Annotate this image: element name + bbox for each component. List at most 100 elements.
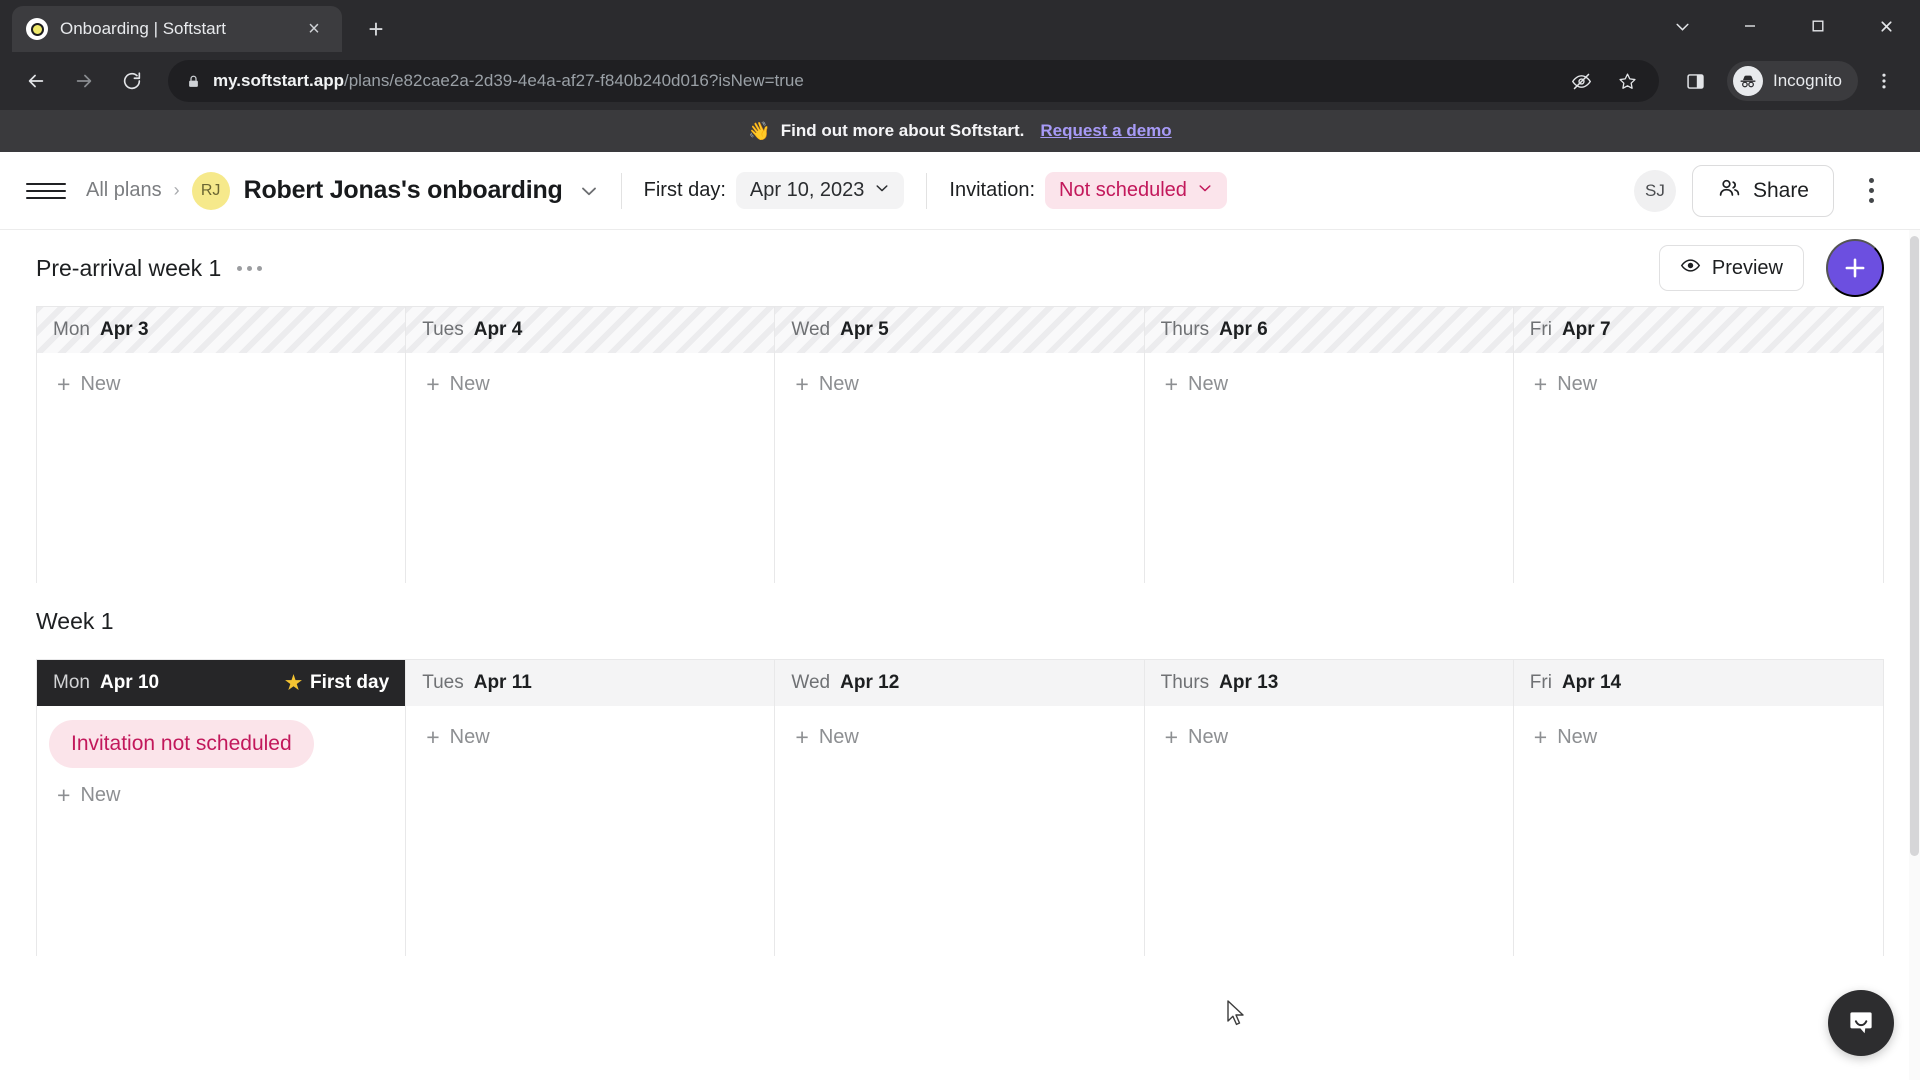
day-date: Apr 4 (473, 319, 523, 340)
reload-icon[interactable] (110, 59, 154, 103)
breadcrumb-separator-icon: › (173, 180, 180, 200)
section-header-week1: Week 1 (36, 583, 1884, 659)
day-header: Wed Apr 5 (775, 307, 1144, 353)
add-new-item-button[interactable]: + New (418, 720, 762, 755)
share-button-label: Share (1752, 178, 1809, 202)
day-column: Fri Apr 14 + New (1513, 660, 1883, 956)
add-new-label: New (818, 373, 859, 395)
incognito-label: Incognito (1773, 71, 1842, 90)
lock-icon (186, 74, 201, 89)
add-item-button[interactable] (1826, 239, 1884, 297)
day-of-week: Thurs (1160, 672, 1210, 693)
back-arrow-icon[interactable] (14, 59, 58, 103)
plan-avatar: RJ (191, 171, 230, 210)
request-demo-link[interactable]: Request a demo (1040, 121, 1171, 141)
add-new-item-button[interactable]: + New (1157, 720, 1501, 755)
plus-icon: + (426, 371, 440, 397)
day-header: Thurs Apr 6 (1144, 307, 1513, 353)
close-window-button[interactable] (1852, 0, 1920, 52)
more-options-icon[interactable] (1848, 168, 1894, 214)
day-column: Fri Apr 7 + New (1513, 307, 1883, 583)
incognito-profile-button[interactable]: Incognito (1727, 61, 1858, 101)
add-new-item-button[interactable]: + New (787, 720, 1131, 755)
chat-bubble-smile-icon (1850, 1012, 1872, 1034)
day-header: Fri Apr 7 (1513, 307, 1883, 353)
section-header-prearrival: Pre-arrival week 1 Preview (36, 230, 1884, 306)
close-tab-icon[interactable]: × (300, 15, 328, 43)
day-date: Apr 12 (840, 672, 900, 693)
day-of-week: Wed (791, 672, 831, 693)
add-new-item-button[interactable]: + New (418, 367, 762, 402)
plan-board: Pre-arrival week 1 Preview Mon Apr 3 + N… (0, 230, 1920, 1080)
add-new-item-button[interactable]: + New (787, 367, 1131, 402)
avatar[interactable]: SJ (1633, 169, 1676, 212)
invitation-status-selector[interactable]: Not scheduled (1045, 172, 1227, 209)
new-tab-button[interactable]: + (356, 9, 396, 49)
add-new-item-button[interactable]: + New (49, 367, 393, 402)
day-body: + New (775, 353, 1143, 583)
scrollbar-track[interactable] (1909, 230, 1920, 1080)
add-new-label: New (449, 373, 490, 395)
status-badge: Not scheduled (1059, 179, 1187, 201)
section-title: Week 1 (36, 607, 114, 634)
day-date: Apr 10 (99, 672, 160, 693)
breadcrumb-all-plans[interactable]: All plans (86, 179, 162, 202)
minimize-window-button[interactable] (1716, 0, 1784, 52)
url-text: my.softstart.app/plans/e82cae2a-2d39-4e4… (213, 71, 1547, 91)
add-new-item-button[interactable]: + New (1157, 367, 1501, 402)
chat-widget-button[interactable] (1828, 990, 1894, 1056)
softstart-dot-icon (26, 18, 48, 40)
day-of-week: Fri (1529, 319, 1552, 340)
add-new-item-button[interactable]: + New (1526, 367, 1871, 402)
scrollbar-thumb[interactable] (1910, 236, 1919, 856)
add-new-item-button[interactable]: + New (49, 778, 393, 813)
day-column: Wed Apr 5 + New (775, 307, 1145, 583)
day-header-first-day: Mon Apr 10 ★ First day (37, 660, 406, 706)
browser-tab[interactable]: Onboarding | Softstart × (12, 6, 342, 52)
maximize-window-button[interactable] (1784, 0, 1852, 52)
promo-banner: 👋 Find out more about Softstart. Request… (0, 110, 1920, 152)
incognito-hat-icon (1733, 66, 1763, 96)
chevron-down-icon[interactable] (1648, 0, 1716, 52)
section-actions: Preview (1658, 239, 1884, 297)
add-new-label: New (449, 726, 490, 748)
share-button[interactable]: Share (1691, 164, 1834, 217)
add-new-label: New (80, 373, 121, 395)
invitation-card[interactable]: Invitation not scheduled (49, 720, 314, 768)
add-new-label: New (1188, 373, 1229, 395)
browser-menu-icon[interactable] (1862, 59, 1906, 103)
preview-button[interactable]: Preview (1658, 245, 1804, 291)
plus-icon: + (795, 371, 809, 397)
day-of-week: Tues (422, 319, 464, 340)
hamburger-menu-icon[interactable] (26, 171, 66, 211)
side-panel-icon[interactable] (1673, 59, 1717, 103)
day-date: Apr 11 (473, 672, 532, 693)
day-header: Fri Apr 14 (1513, 660, 1883, 706)
day-column: Tues Apr 11 + New (406, 660, 776, 956)
mouse-cursor (1227, 1000, 1244, 1026)
first-day-selector[interactable]: Apr 10, 2023 (735, 172, 905, 209)
star-icon[interactable] (1605, 59, 1649, 103)
eye-slash-icon[interactable] (1559, 59, 1603, 103)
preview-button-label: Preview (1711, 256, 1783, 279)
add-new-item-button[interactable]: + New (1526, 720, 1871, 755)
promo-text: Find out more about Softstart. (780, 121, 1025, 140)
section-menu-icon[interactable] (237, 265, 263, 271)
tab-strip: Onboarding | Softstart × + (0, 0, 1920, 52)
day-date: Apr 7 (1561, 319, 1611, 340)
day-date: Apr 13 (1219, 672, 1279, 693)
address-bar[interactable]: my.softstart.app/plans/e82cae2a-2d39-4e4… (168, 60, 1659, 102)
first-day-badge: ★ First day (285, 672, 389, 695)
day-of-week: Fri (1529, 672, 1552, 693)
plus-icon: + (57, 782, 71, 808)
invitation-label: Invitation: (949, 179, 1036, 201)
add-new-label: New (80, 784, 121, 806)
window-controls (1648, 0, 1920, 52)
day-body: + New (406, 353, 774, 583)
plus-icon: + (426, 724, 440, 750)
forward-arrow-icon[interactable] (62, 59, 106, 103)
day-column: Tues Apr 4 + New (406, 307, 776, 583)
plan-chevron-down-icon[interactable] (579, 181, 599, 201)
day-body: + New (775, 706, 1143, 956)
add-new-label: New (818, 726, 859, 748)
